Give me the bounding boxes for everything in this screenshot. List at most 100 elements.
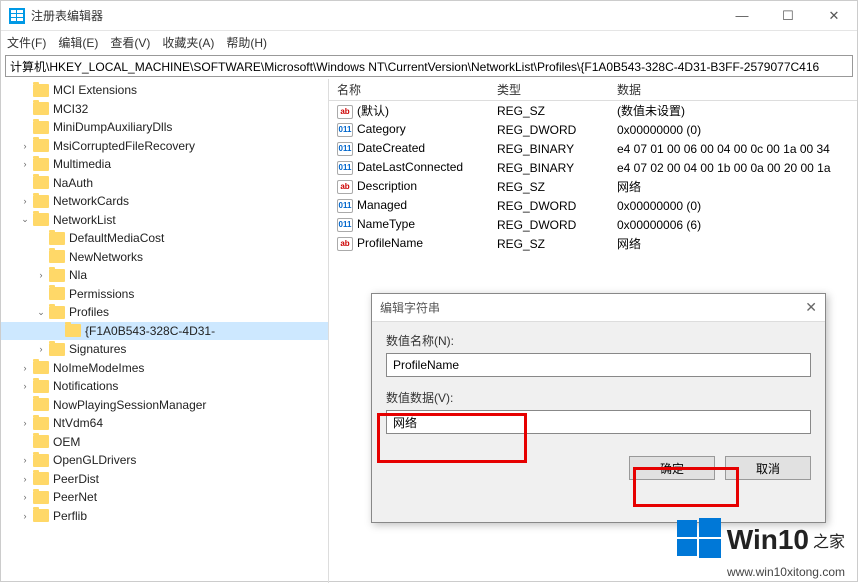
expand-caret-icon[interactable]: › (19, 363, 31, 373)
column-data[interactable]: 数据 (609, 81, 857, 98)
list-row[interactable]: ab(默认)REG_SZ(数值未设置) (329, 101, 857, 120)
tree-label: DefaultMediaCost (69, 231, 164, 245)
value-type: REG_SZ (489, 180, 609, 194)
expand-caret-icon[interactable]: › (35, 344, 47, 354)
expand-caret-icon[interactable]: › (19, 159, 31, 169)
string-value-icon: ab (337, 180, 353, 194)
expand-caret-icon[interactable]: › (19, 455, 31, 465)
value-name: Category (357, 122, 406, 136)
list-row[interactable]: abDescriptionREG_SZ网络 (329, 177, 857, 196)
tree-item[interactable]: MCI Extensions (1, 81, 328, 100)
tree-item[interactable]: OEM (1, 433, 328, 452)
tree-item[interactable]: › NetworkCards (1, 192, 328, 211)
value-name-label: 数值名称(N): (386, 332, 811, 349)
tree-item[interactable]: NewNetworks (1, 248, 328, 267)
ok-button[interactable]: 确定 (629, 456, 715, 480)
tree-item[interactable]: ›Nla (1, 266, 328, 285)
expand-caret-icon[interactable]: › (19, 141, 31, 151)
folder-icon (33, 213, 49, 226)
tree-label: NetworkList (53, 213, 116, 227)
menu-favorites[interactable]: 收藏夹(A) (162, 34, 214, 51)
list-row[interactable]: 011 Category REG_DWORD0x00000000 (0) (329, 120, 857, 139)
folder-icon (33, 509, 49, 522)
value-type: REG_DWORD (489, 199, 609, 213)
value-data: 0x00000000 (0) (609, 123, 857, 137)
menu-edit[interactable]: 编辑(E) (58, 34, 98, 51)
expand-caret-icon[interactable]: › (19, 418, 31, 428)
tree-item[interactable]: › Signatures (1, 340, 328, 359)
expand-caret-icon[interactable]: ⌄ (35, 307, 47, 318)
column-name[interactable]: 名称 (329, 81, 489, 98)
dialog-close-icon[interactable]: ✕ (805, 299, 817, 316)
expand-caret-icon[interactable]: › (35, 270, 47, 280)
tree-label: Signatures (69, 342, 126, 356)
value-name: (默认) (357, 104, 389, 118)
folder-icon (33, 472, 49, 485)
tree-label: MCI32 (53, 102, 88, 116)
folder-icon (33, 454, 49, 467)
expand-caret-icon[interactable]: ⌄ (19, 214, 31, 225)
value-name-input[interactable] (386, 353, 811, 377)
tree-item[interactable]: ›Perflib (1, 507, 328, 526)
windows-logo-icon (677, 516, 721, 563)
tree-item[interactable]: DefaultMediaCost (1, 229, 328, 248)
list-row[interactable]: abProfileNameREG_SZ网络 (329, 234, 857, 253)
folder-icon (33, 435, 49, 448)
expand-caret-icon[interactable]: › (19, 196, 31, 206)
list-row[interactable]: 011DateLastConnectedREG_BINARYe4 07 02 0… (329, 158, 857, 177)
dialog-titlebar: 编辑字符串 ✕ (372, 294, 825, 322)
tree-item[interactable]: › PeerNet (1, 488, 328, 507)
tree-item[interactable]: NowPlayingSessionManager (1, 396, 328, 415)
tree-item[interactable]: ›PeerDist (1, 470, 328, 489)
expand-caret-icon[interactable]: › (19, 381, 31, 391)
tree-item[interactable]: ›Notifications (1, 377, 328, 396)
tree-item[interactable]: ›MsiCorruptedFileRecovery (1, 137, 328, 156)
menubar: 文件(F) 编辑(E) 查看(V) 收藏夹(A) 帮助(H) (1, 31, 857, 53)
folder-icon (49, 269, 65, 282)
menu-file[interactable]: 文件(F) (7, 34, 46, 51)
edit-string-dialog: 编辑字符串 ✕ 数值名称(N): 数值数据(V): 确定 取消 (371, 293, 826, 523)
list-row[interactable]: 011DateCreatedREG_BINARYe4 07 01 00 06 0… (329, 139, 857, 158)
tree-item[interactable]: ⌄Profiles (1, 303, 328, 322)
column-type[interactable]: 类型 (489, 81, 609, 98)
folder-icon (49, 343, 65, 356)
expand-caret-icon[interactable]: › (19, 511, 31, 521)
tree-pane[interactable]: MCI Extensions MCI32 MiniDumpAuxiliaryDlls… (1, 79, 329, 583)
minimize-button[interactable]: — (719, 1, 765, 31)
binary-value-icon: 011 (337, 123, 353, 137)
menu-help[interactable]: 帮助(H) (226, 34, 267, 51)
folder-icon (49, 287, 65, 300)
dialog-title: 编辑字符串 (380, 299, 440, 316)
folder-icon (33, 361, 49, 374)
tree-item[interactable]: MiniDumpAuxiliaryDlls (1, 118, 328, 137)
tree-label: {F1A0B543-328C-4D31- (85, 324, 215, 338)
value-type: REG_DWORD (489, 123, 609, 137)
expand-caret-icon[interactable]: › (19, 474, 31, 484)
address-bar[interactable]: 计算机\HKEY_LOCAL_MACHINE\SOFTWARE\Microsof… (5, 55, 853, 77)
tree-item[interactable]: MCI32 (1, 100, 328, 119)
value-data-input[interactable] (386, 410, 811, 434)
tree-label: PeerNet (53, 490, 97, 504)
tree-item[interactable]: › NoImeModeImes (1, 359, 328, 378)
expand-caret-icon[interactable]: › (19, 492, 31, 502)
tree-label: NetworkCards (53, 194, 129, 208)
folder-icon (65, 324, 81, 337)
tree-item[interactable]: › OpenGLDrivers (1, 451, 328, 470)
tree-item[interactable]: {F1A0B543-328C-4D31- (1, 322, 328, 341)
list-row[interactable]: 011NameTypeREG_DWORD0x00000006 (6) (329, 215, 857, 234)
folder-icon (33, 380, 49, 393)
tree-item[interactable]: ⌄ NetworkList (1, 211, 328, 230)
maximize-button[interactable]: ☐ (765, 1, 811, 31)
tree-item[interactable]: ›NtVdm64 (1, 414, 328, 433)
value-name: DateLastConnected (357, 160, 463, 174)
tree-label: OpenGLDrivers (53, 453, 136, 467)
tree-label: NoImeModeImes (53, 361, 144, 375)
tree-item[interactable]: NaAuth (1, 174, 328, 193)
menu-view[interactable]: 查看(V) (110, 34, 150, 51)
value-data: 网络 (609, 178, 857, 195)
close-button[interactable]: ✕ (811, 1, 857, 31)
cancel-button[interactable]: 取消 (725, 456, 811, 480)
list-row[interactable]: 011ManagedREG_DWORD0x00000000 (0) (329, 196, 857, 215)
tree-item[interactable]: Permissions (1, 285, 328, 304)
tree-item[interactable]: ›Multimedia (1, 155, 328, 174)
